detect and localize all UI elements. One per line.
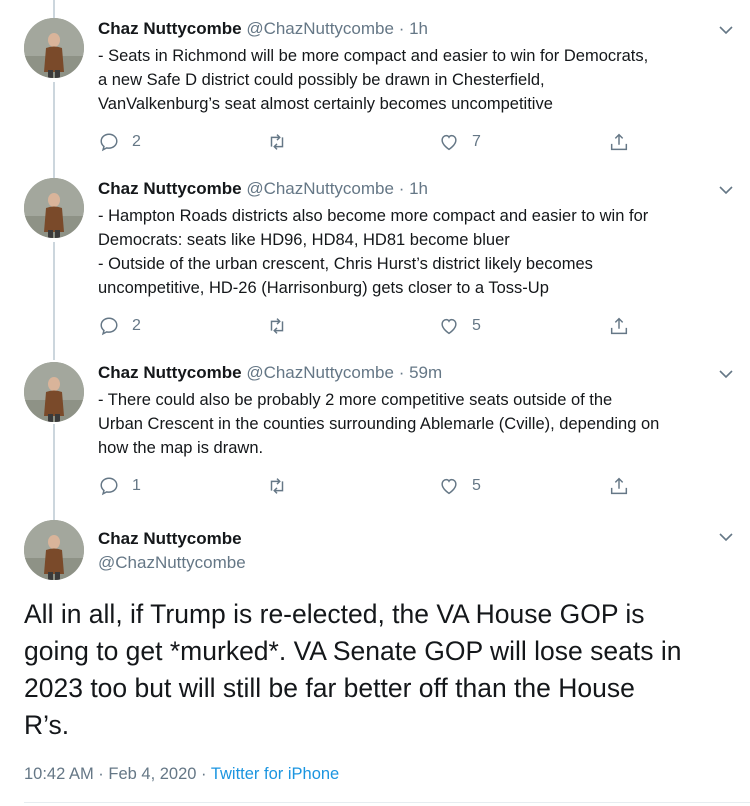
like-count: 5: [472, 477, 481, 494]
author-name[interactable]: Chaz Nuttycombe: [98, 179, 242, 198]
tweet-text: - Hampton Roads districts also become mo…: [98, 204, 738, 300]
author-handle[interactable]: @ChazNuttycombe: [98, 553, 246, 573]
main-tweet-text: All in all, if Trump is re-elected, the …: [24, 596, 744, 744]
share-icon: [610, 133, 628, 151]
tweet-text-line: All in all, if Trump is re-elected, the …: [24, 599, 645, 629]
retweet-button[interactable]: [266, 314, 300, 338]
share-button[interactable]: [608, 474, 630, 498]
author-handle[interactable]: @ChazNuttycombe: [246, 363, 394, 382]
tweet-time[interactable]: 1h: [409, 179, 428, 198]
tweet-text-line: R’s.: [24, 710, 70, 740]
author-name[interactable]: Chaz Nuttycombe: [98, 363, 242, 382]
tweet-time[interactable]: 59m: [409, 363, 442, 382]
tweet-text-line: uncompetitive, HD-26 (Harrisonburg) gets…: [98, 279, 549, 297]
like-count: 5: [472, 317, 481, 334]
share-icon: [610, 317, 628, 335]
heart-icon: [441, 134, 457, 151]
heart-icon: [441, 318, 457, 335]
tweet-actions: 1 5: [98, 474, 638, 498]
share-button[interactable]: [608, 130, 630, 154]
chevron-down-icon[interactable]: [718, 366, 734, 382]
tweet-actions: 2 5: [98, 314, 638, 338]
chevron-down-icon[interactable]: [718, 22, 734, 38]
avatar[interactable]: [24, 520, 84, 580]
tweet-text-line: - Outside of the urban crescent, Chris H…: [98, 255, 593, 273]
tweet-source-link[interactable]: Twitter for iPhone: [211, 765, 339, 783]
tweet-header: Chaz Nuttycombe @ChazNuttycombe · 1h: [98, 178, 428, 200]
thread-tweet-1[interactable]: Chaz Nuttycombe @ChazNuttycombe · 1h - S…: [0, 18, 750, 158]
retweet-icon: [270, 478, 284, 494]
author-handle[interactable]: @ChazNuttycombe: [246, 179, 394, 198]
retweet-icon: [270, 318, 284, 334]
tweet-text-line: how the map is drawn.: [98, 439, 264, 457]
like-button[interactable]: 7: [438, 130, 481, 154]
thread-line: [53, 0, 55, 18]
tweet-text: - Seats in Richmond will be more compact…: [98, 44, 738, 116]
tweet-timestamp[interactable]: 10:42 AM · Feb 4, 2020: [24, 765, 196, 783]
tweet-text-line: Democrats: seats like HD96, HD84, HD81 b…: [98, 231, 510, 249]
tweet-text-line: - Seats in Richmond will be more compact…: [98, 47, 649, 65]
separator: ·: [196, 765, 211, 783]
separator: ·: [393, 179, 410, 198]
main-tweet: Chaz Nuttycombe @ChazNuttycombe All in a…: [0, 520, 750, 806]
author-handle[interactable]: @ChazNuttycombe: [246, 19, 394, 38]
author-name[interactable]: Chaz Nuttycombe: [98, 19, 242, 38]
tweet-text-line: VanValkenburg’s seat almost certainly be…: [98, 95, 553, 113]
reply-icon: [100, 133, 118, 152]
tweet-text-line: - There could also be probably 2 more co…: [98, 391, 613, 409]
share-icon: [610, 477, 628, 495]
tweet-actions: 2 7: [98, 130, 638, 154]
avatar[interactable]: [24, 18, 84, 78]
tweet-text-line: going to get *murked*. VA Senate GOP wil…: [24, 636, 682, 666]
reply-count: 2: [132, 133, 141, 150]
chevron-down-icon[interactable]: [718, 529, 734, 545]
tweet-header: Chaz Nuttycombe @ChazNuttycombe · 1h: [98, 18, 428, 40]
separator: ·: [393, 363, 410, 382]
like-button[interactable]: 5: [438, 474, 481, 498]
thread-tweet-2[interactable]: Chaz Nuttycombe @ChazNuttycombe · 1h - H…: [0, 178, 750, 342]
retweet-button[interactable]: [266, 474, 300, 498]
like-count: 7: [472, 133, 481, 150]
tweet-header: Chaz Nuttycombe @ChazNuttycombe · 59m: [98, 362, 442, 384]
tweet-text-line: Urban Crescent in the counties surroundi…: [98, 415, 660, 433]
author-name[interactable]: Chaz Nuttycombe: [98, 529, 242, 549]
reply-count: 2: [132, 317, 141, 334]
tweet-text-line: a new Safe D district could possibly be …: [98, 71, 545, 89]
tweet-meta: 10:42 AM · Feb 4, 2020 · Twitter for iPh…: [24, 765, 339, 784]
like-button[interactable]: 5: [438, 314, 481, 338]
reply-button[interactable]: 1: [98, 474, 141, 498]
reply-icon: [100, 317, 118, 336]
retweet-icon: [270, 134, 284, 150]
reply-icon: [100, 477, 118, 496]
share-button[interactable]: [608, 314, 630, 338]
tweet-time[interactable]: 1h: [409, 19, 428, 38]
reply-count: 1: [132, 477, 141, 494]
tweet-text-line: - Hampton Roads districts also become mo…: [98, 207, 649, 225]
separator: ·: [393, 19, 410, 38]
thread-tweet-3[interactable]: Chaz Nuttycombe @ChazNuttycombe · 59m - …: [0, 362, 750, 502]
avatar[interactable]: [24, 362, 84, 422]
avatar[interactable]: [24, 178, 84, 238]
tweet-text: - There could also be probably 2 more co…: [98, 388, 738, 460]
tweet-text-line: 2023 too but will still be far better of…: [24, 673, 635, 703]
divider: [24, 802, 750, 803]
chevron-down-icon[interactable]: [718, 182, 734, 198]
heart-icon: [441, 478, 457, 495]
retweet-button[interactable]: [266, 130, 300, 154]
reply-button[interactable]: 2: [98, 314, 141, 338]
reply-button[interactable]: 2: [98, 130, 141, 154]
